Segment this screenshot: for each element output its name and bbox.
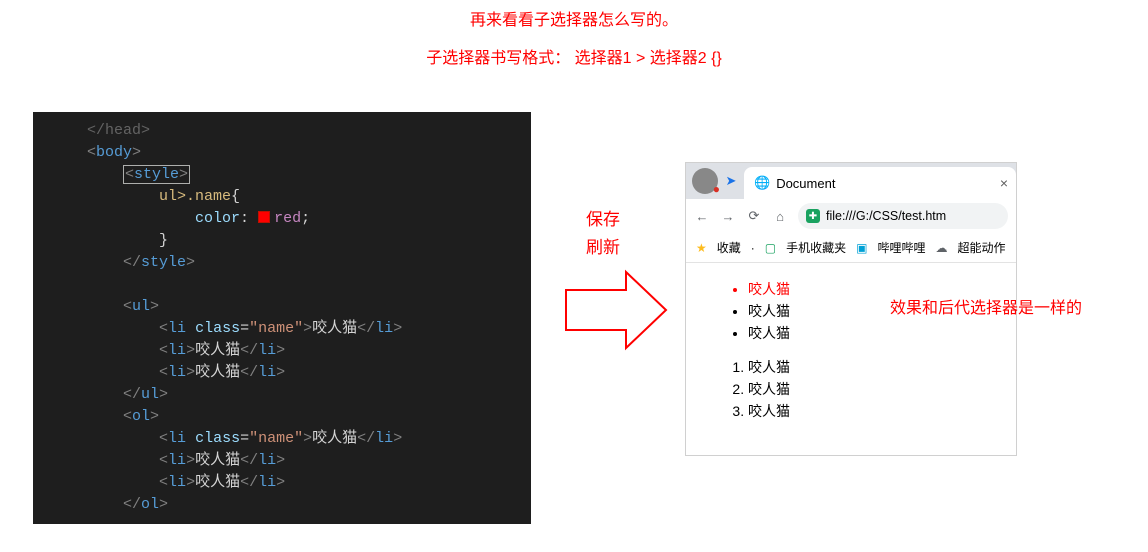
home-icon[interactable]: ⌂ [772, 209, 788, 224]
globe-icon: 🌐 [754, 175, 770, 191]
save-refresh-label: 保存 刷新 [586, 206, 620, 262]
list-item: 咬人猫 [748, 379, 994, 399]
close-icon[interactable]: × [1000, 175, 1008, 191]
bookmark-fav[interactable]: 收藏 [717, 239, 741, 256]
code-line: color: red; [51, 208, 531, 230]
back-icon[interactable]: ← [694, 209, 710, 224]
bookmarks-bar: ★ 收藏 · ▢ 手机收藏夹 ▣ 哔哩哔哩 ☁ 超能动作 [686, 233, 1016, 263]
browser-tabstrip: ➤ 🌐 Document × [686, 163, 1016, 199]
subheading-text: 子选择器书写格式： 选择器1 > 选择器2 {} [0, 44, 1148, 68]
code-line: <li class="name">咬人猫</li> [51, 428, 531, 450]
code-line: <li class="name">咬人猫</li> [51, 318, 531, 340]
code-line: <style> [51, 164, 531, 186]
phone-icon: ▢ [765, 241, 776, 255]
code-line: <li>咬人猫</li> [51, 472, 531, 494]
code-line: <li>咬人猫</li> [51, 362, 531, 384]
page-body: 咬人猫 咬人猫 咬人猫 咬人猫 咬人猫 咬人猫 [686, 263, 1016, 455]
browser-tab[interactable]: 🌐 Document × [744, 167, 1016, 199]
code-line: </ul> [51, 384, 531, 406]
code-line: <ul> [51, 296, 531, 318]
bili-icon: ▣ [856, 241, 867, 255]
code-line: </head> [51, 120, 531, 142]
annotation-text: 效果和后代选择器是一样的 [890, 294, 1130, 318]
heading-text: 再来看看子选择器怎么写的。 [0, 0, 1148, 30]
code-line [51, 274, 531, 296]
list-item: 咬人猫 [748, 401, 994, 421]
address-row: ← → ⟳ ⌂ ✚ file:///G:/CSS/test.htm [686, 199, 1016, 233]
code-line: <body> [51, 142, 531, 164]
code-line: </style> [51, 252, 531, 274]
extension-icon[interactable]: ➤ [722, 173, 740, 189]
forward-icon[interactable]: → [720, 209, 736, 224]
star-icon[interactable]: ★ [696, 241, 707, 255]
list-item: 咬人猫 [748, 357, 994, 377]
address-bar[interactable]: ✚ file:///G:/CSS/test.htm [798, 203, 1008, 229]
arrow-icon [560, 266, 672, 354]
bookmark-phone[interactable]: 手机收藏夹 [786, 239, 846, 256]
color-swatch-icon [258, 211, 270, 223]
shield-icon: ✚ [806, 209, 820, 223]
url-text: file:///G:/CSS/test.htm [826, 209, 946, 223]
code-line: <li>咬人猫</li> [51, 340, 531, 362]
bookmark-bili[interactable]: 哔哩哔哩 [877, 239, 925, 256]
code-line: <li>咬人猫</li> [51, 450, 531, 472]
code-line: </ol> [51, 494, 531, 516]
rendered-ol: 咬人猫 咬人猫 咬人猫 [730, 357, 994, 421]
avatar[interactable] [692, 168, 718, 194]
code-line: } [51, 230, 531, 252]
code-editor: </head> <body> <style> ul>.name{ color: … [33, 112, 531, 524]
cloud-icon: ☁ [936, 241, 948, 255]
reload-icon[interactable]: ⟳ [746, 208, 762, 224]
tab-title: Document [776, 176, 835, 191]
code-line: <ol> [51, 406, 531, 428]
list-item: 咬人猫 [748, 323, 994, 343]
bookmark-chao[interactable]: 超能动作 [958, 239, 1006, 256]
code-line: ul>.name{ [51, 186, 531, 208]
